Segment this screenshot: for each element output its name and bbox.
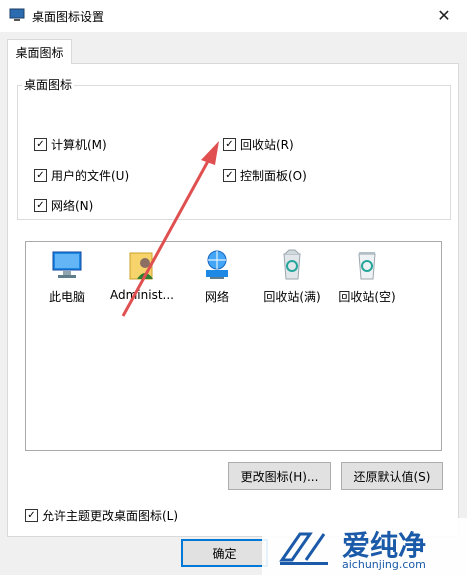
- watermark: 爱纯净 aichunjing.com: [262, 518, 467, 575]
- checkbox-computer[interactable]: ✓ 计算机(M): [34, 136, 107, 153]
- checkbox-box[interactable]: ✓: [223, 169, 236, 182]
- checkbox-label: 用户的文件(U): [51, 169, 130, 183]
- desktop-settings-icon: [9, 8, 25, 21]
- icon-label: 回收站(满): [263, 290, 321, 304]
- list-item[interactable]: 回收站(空): [330, 248, 404, 305]
- watermark-url: aichunjing.com: [342, 558, 426, 571]
- computer-icon: [52, 251, 82, 278]
- checkbox-control-panel[interactable]: ✓ 控制面板(O): [223, 167, 307, 184]
- checkbox-label: 网络(N): [51, 199, 94, 213]
- user-folder-icon: [129, 252, 153, 280]
- checkbox-label: 允许主题更改桌面图标(L): [42, 509, 179, 523]
- checkbox-box[interactable]: ✓: [34, 138, 47, 151]
- restore-default-button[interactable]: 还原默认值(S): [341, 462, 443, 490]
- icon-list[interactable]: 此电脑 Administ... 网络 回收站(满) 回收站(空): [25, 241, 442, 451]
- recycle-bin-full-icon: [283, 249, 301, 280]
- network-icon: [206, 250, 228, 279]
- checkbox-box[interactable]: ✓: [223, 138, 236, 151]
- icon-label: Administ...: [110, 288, 174, 302]
- window-title: 桌面图标设置: [32, 10, 105, 24]
- list-item[interactable]: Administ...: [105, 248, 179, 302]
- checkbox-allow-theme[interactable]: ✓ 允许主题更改桌面图标(L): [25, 507, 178, 524]
- checkbox-user-files[interactable]: ✓ 用户的文件(U): [34, 167, 129, 184]
- checkbox-recycle-bin[interactable]: ✓ 回收站(R): [223, 136, 294, 153]
- checkbox-box[interactable]: ✓: [34, 169, 47, 182]
- icon-label: 网络: [204, 290, 229, 304]
- checkbox-box[interactable]: ✓: [25, 509, 38, 522]
- title-bar: 桌面图标设置 ✕: [0, 0, 467, 32]
- checkbox-label: 控制面板(O): [240, 169, 307, 183]
- checkbox-network[interactable]: ✓ 网络(N): [34, 197, 93, 214]
- ok-button[interactable]: 确定: [181, 539, 268, 567]
- recycle-bin-empty-icon: [358, 252, 376, 280]
- group-title: 桌面图标: [22, 76, 75, 93]
- checkbox-label: 计算机(M): [51, 138, 107, 152]
- change-icon-button[interactable]: 更改图标(H)...: [228, 462, 331, 490]
- list-item[interactable]: 回收站(满): [255, 248, 329, 305]
- checkbox-box[interactable]: ✓: [34, 199, 47, 212]
- list-item[interactable]: 此电脑: [30, 248, 104, 305]
- close-icon: ✕: [437, 5, 451, 25]
- close-button[interactable]: ✕: [421, 0, 467, 30]
- checkbox-label: 回收站(R): [240, 138, 294, 152]
- tab-panel: 桌面图标 ✓ 计算机(M) ✓ 回收站(R) ✓ 用户的文件(U) ✓ 控制面板…: [7, 63, 459, 537]
- icon-label: 回收站(空): [338, 290, 396, 304]
- dialog-client: 桌面图标 桌面图标 ✓ 计算机(M) ✓ 回收站(R) ✓ 用户的文件(U) ✓…: [0, 32, 467, 575]
- list-item[interactable]: 网络: [180, 248, 254, 305]
- tab-label: 桌面图标: [15, 45, 64, 60]
- watermark-logo-icon: [279, 532, 328, 565]
- tab-desktop-icons[interactable]: 桌面图标: [7, 39, 72, 64]
- icon-label: 此电脑: [48, 290, 85, 304]
